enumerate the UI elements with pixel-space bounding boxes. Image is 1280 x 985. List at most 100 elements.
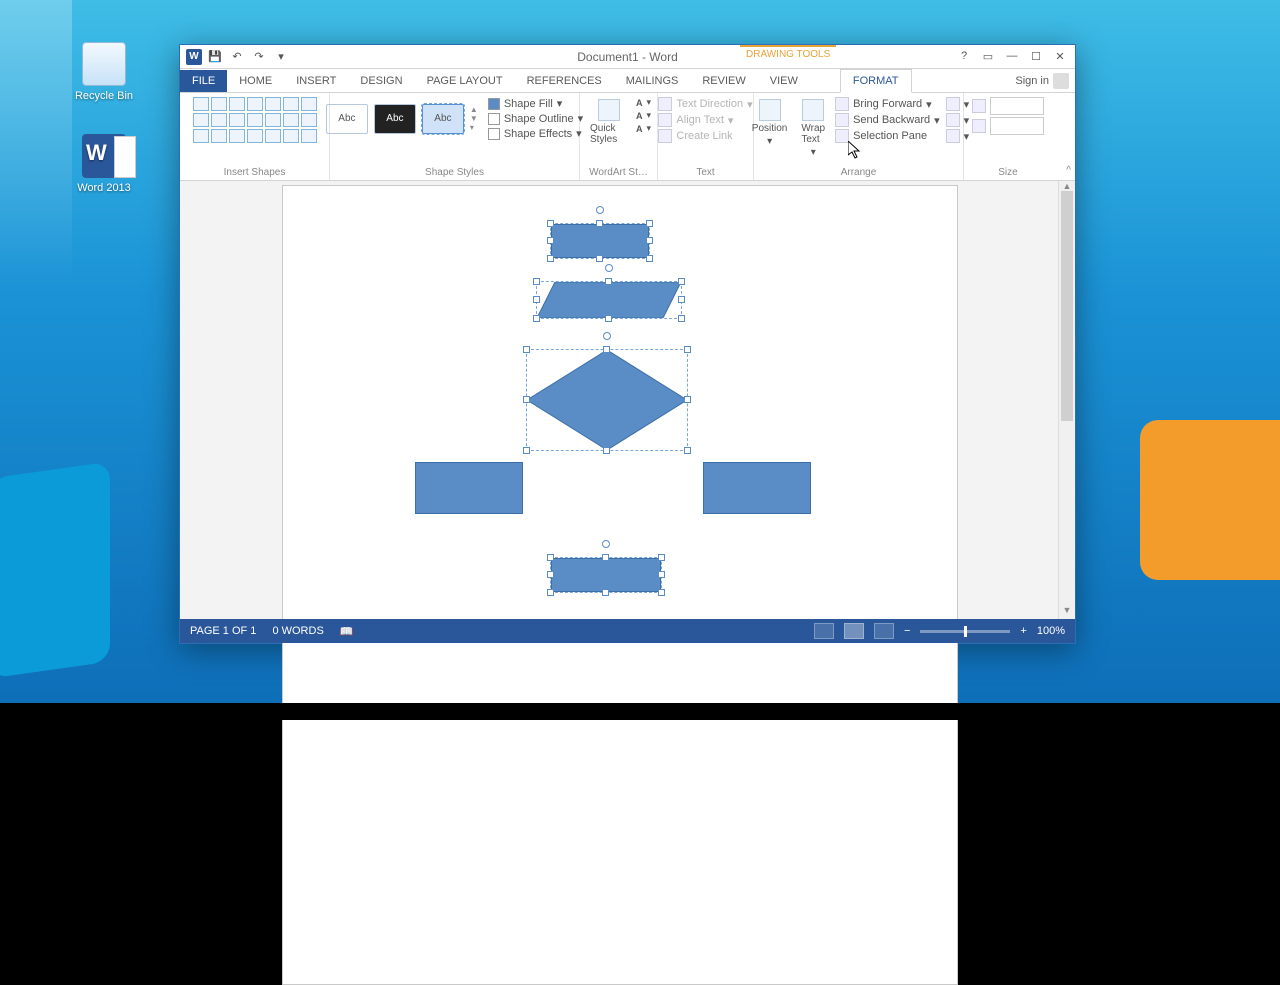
scrollbar-thumb[interactable] xyxy=(1061,191,1073,421)
tab-references[interactable]: REFERENCES xyxy=(515,70,614,92)
wrap-text-button[interactable]: Wrap Text▾ xyxy=(797,97,829,160)
resize-handle[interactable] xyxy=(684,396,691,403)
shape-fill-button[interactable]: Shape Fill ▾ xyxy=(488,97,583,110)
width-input[interactable] xyxy=(990,117,1044,135)
resize-handle[interactable] xyxy=(678,296,685,303)
flowchart-process-shape[interactable] xyxy=(415,462,523,514)
tab-format[interactable]: FORMAT xyxy=(840,69,912,93)
shape-style-gallery[interactable]: Abc Abc Abc ▲▼▾ xyxy=(326,104,478,134)
flowchart-process-shape[interactable] xyxy=(551,558,661,592)
resize-handle[interactable] xyxy=(678,315,685,322)
style-swatch[interactable]: Abc xyxy=(326,104,368,134)
tab-review[interactable]: REVIEW xyxy=(690,70,757,92)
style-swatch[interactable]: Abc xyxy=(374,104,416,134)
resize-handle[interactable] xyxy=(678,278,685,285)
gallery-more[interactable]: ▾ xyxy=(470,123,478,132)
collapse-ribbon-button[interactable]: ^ xyxy=(1066,165,1071,176)
resize-handle[interactable] xyxy=(684,346,691,353)
resize-handle[interactable] xyxy=(602,554,609,561)
shape-effects-button[interactable]: Shape Effects ▾ xyxy=(488,127,583,140)
text-effects-button[interactable]: A▾ xyxy=(636,123,651,134)
zoom-level[interactable]: 100% xyxy=(1037,625,1065,637)
gallery-down[interactable]: ▼ xyxy=(470,114,478,123)
text-fill-button[interactable]: A▾ xyxy=(636,97,651,108)
undo-button[interactable]: ↶ xyxy=(228,48,246,66)
resize-handle[interactable] xyxy=(596,255,603,262)
tab-home[interactable]: HOME xyxy=(227,70,284,92)
sign-in[interactable]: Sign in xyxy=(1015,73,1069,89)
resize-handle[interactable] xyxy=(596,220,603,227)
tab-page-layout[interactable]: PAGE LAYOUT xyxy=(415,70,515,92)
rotate-handle[interactable] xyxy=(605,264,613,272)
resize-handle[interactable] xyxy=(547,237,554,244)
resize-handle[interactable] xyxy=(646,220,653,227)
resize-handle[interactable] xyxy=(605,278,612,285)
rotate-handle[interactable] xyxy=(596,206,604,214)
resize-handle[interactable] xyxy=(646,237,653,244)
resize-handle[interactable] xyxy=(547,255,554,262)
desktop-icon-word[interactable]: Word 2013 xyxy=(64,134,144,194)
web-layout-button[interactable] xyxy=(874,623,894,639)
tab-design[interactable]: DESIGN xyxy=(348,70,414,92)
zoom-in-button[interactable]: + xyxy=(1020,625,1026,637)
ribbon-display-button[interactable]: ▭ xyxy=(977,47,999,65)
shapes-gallery[interactable] xyxy=(193,97,317,143)
rotate-handle[interactable] xyxy=(602,540,610,548)
resize-handle[interactable] xyxy=(533,278,540,285)
document-area[interactable]: ▲ ▼ xyxy=(180,181,1075,619)
read-mode-button[interactable] xyxy=(814,623,834,639)
resize-handle[interactable] xyxy=(658,554,665,561)
flowchart-process-shape[interactable] xyxy=(551,224,649,258)
text-outline-button[interactable]: A▾ xyxy=(636,110,651,121)
resize-handle[interactable] xyxy=(533,315,540,322)
minimize-button[interactable]: — xyxy=(1001,47,1023,65)
vertical-scrollbar[interactable]: ▲ ▼ xyxy=(1058,181,1075,619)
position-button[interactable]: Position▾ xyxy=(748,97,792,149)
redo-button[interactable]: ↷ xyxy=(250,48,268,66)
resize-handle[interactable] xyxy=(658,589,665,596)
resize-handle[interactable] xyxy=(523,346,530,353)
save-button[interactable]: 💾 xyxy=(206,48,224,66)
print-layout-button[interactable] xyxy=(844,623,864,639)
resize-handle[interactable] xyxy=(523,396,530,403)
zoom-out-button[interactable]: − xyxy=(904,625,910,637)
resize-handle[interactable] xyxy=(547,220,554,227)
maximize-button[interactable]: ☐ xyxy=(1025,47,1047,65)
resize-handle[interactable] xyxy=(658,571,665,578)
tab-file[interactable]: FILE xyxy=(180,70,227,92)
resize-handle[interactable] xyxy=(605,315,612,322)
help-button[interactable]: ? xyxy=(953,47,975,65)
page-indicator[interactable]: PAGE 1 OF 1 xyxy=(190,625,256,637)
tab-view[interactable]: VIEW xyxy=(758,70,810,92)
selection-pane-button[interactable]: Selection Pane xyxy=(835,129,940,143)
zoom-slider[interactable] xyxy=(920,630,1010,633)
flowchart-data-shape[interactable] xyxy=(537,282,681,318)
qat-customize[interactable]: ▾ xyxy=(272,48,290,66)
bring-forward-button[interactable]: Bring Forward ▾ xyxy=(835,97,940,111)
gallery-up[interactable]: ▲ xyxy=(470,105,478,114)
resize-handle[interactable] xyxy=(684,447,691,454)
word-count[interactable]: 0 WORDS xyxy=(272,625,323,637)
close-button[interactable]: ✕ xyxy=(1049,47,1071,65)
proofing-icon[interactable]: 📖 xyxy=(340,625,354,638)
tab-insert[interactable]: INSERT xyxy=(284,70,348,92)
resize-handle[interactable] xyxy=(603,346,610,353)
flowchart-process-shape[interactable] xyxy=(703,462,811,514)
resize-handle[interactable] xyxy=(533,296,540,303)
tab-mailings[interactable]: MAILINGS xyxy=(614,70,691,92)
send-backward-button[interactable]: Send Backward ▾ xyxy=(835,113,940,127)
resize-handle[interactable] xyxy=(603,447,610,454)
rotate-handle[interactable] xyxy=(603,332,611,340)
resize-handle[interactable] xyxy=(547,589,554,596)
resize-handle[interactable] xyxy=(547,554,554,561)
height-input[interactable] xyxy=(990,97,1044,115)
flowchart-decision-shape[interactable] xyxy=(527,350,687,450)
scroll-down-icon[interactable]: ▼ xyxy=(1059,605,1075,619)
resize-handle[interactable] xyxy=(646,255,653,262)
resize-handle[interactable] xyxy=(547,571,554,578)
quick-styles-button[interactable]: Quick Styles xyxy=(586,97,632,147)
resize-handle[interactable] xyxy=(523,447,530,454)
desktop-icon-recycle[interactable]: Recycle Bin xyxy=(64,42,144,102)
shape-outline-button[interactable]: Shape Outline ▾ xyxy=(488,112,583,125)
resize-handle[interactable] xyxy=(602,589,609,596)
